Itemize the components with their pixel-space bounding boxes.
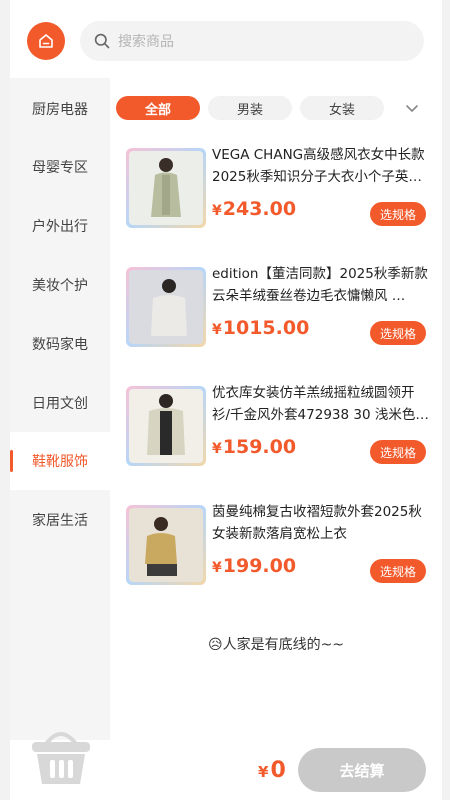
product-image[interactable] bbox=[126, 386, 206, 466]
price-value: 199.00 bbox=[222, 555, 297, 577]
currency-symbol: ¥ bbox=[258, 763, 269, 781]
sidebar-item-label: 日用文创 bbox=[32, 396, 88, 412]
price-value: 1015.00 bbox=[222, 317, 310, 339]
sidebar-item-label: 母婴专区 bbox=[32, 160, 88, 176]
select-spec-button[interactable]: 选规格 bbox=[370, 202, 426, 226]
product-price: ¥199.00 bbox=[212, 555, 296, 577]
sidebar-item-label: 鞋靴服饰 bbox=[32, 454, 88, 470]
sidebar-item-label: 户外出行 bbox=[32, 219, 88, 235]
product-item[interactable]: 茵曼纯棉复古收褶短款外套2025秋女装新款落肩宽松上衣 ¥199.00 选规格 bbox=[110, 501, 442, 601]
home-icon bbox=[39, 34, 53, 48]
product-price: ¥159.00 bbox=[212, 436, 296, 458]
tab-label: 全部 bbox=[144, 102, 171, 118]
fleece-photo bbox=[147, 394, 185, 455]
product-panel: 全部 男装 女装 VEGA CHANG高级感风衣女中长款2025秋季知识分子大衣… bbox=[110, 78, 442, 740]
search-placeholder: 搜索商品 bbox=[118, 34, 174, 50]
select-spec-button[interactable]: 选规格 bbox=[370, 321, 426, 345]
cart-bar: ¥0 去结算 bbox=[10, 732, 442, 800]
product-title: edition【董洁同款】2025秋季新款云朵羊绒蚕丝卷边毛衣慵懒风 … bbox=[212, 266, 428, 304]
tab-women[interactable]: 女装 bbox=[300, 96, 384, 120]
tab-all[interactable]: 全部 bbox=[116, 96, 200, 120]
filter-tabs: 全部 男装 女装 bbox=[110, 78, 442, 136]
sidebar-item-daily[interactable]: 日用文创 bbox=[10, 374, 110, 432]
app-frame: 搜索商品 厨房电器 母婴专区 户外出行 美妆个护 数码家电 日用文创 鞋靴服饰 … bbox=[0, 0, 450, 800]
sidebar-item-label: 厨房电器 bbox=[32, 102, 88, 118]
jacket-photo bbox=[145, 517, 177, 576]
product-item[interactable]: 优衣库女装仿羊羔绒摇粒绒圆领开衫/千金风外套472938 30 浅米色… ¥15… bbox=[110, 382, 442, 482]
select-spec-button[interactable]: 选规格 bbox=[370, 559, 426, 583]
currency-symbol: ¥ bbox=[212, 322, 222, 338]
currency-symbol: ¥ bbox=[212, 203, 222, 219]
product-image[interactable] bbox=[126, 505, 206, 585]
sidebar-item-kitchen[interactable]: 厨房电器 bbox=[10, 80, 110, 138]
product-title: 茵曼纯棉复古收褶短款外套2025秋女装新款落肩宽松上衣 bbox=[212, 504, 422, 542]
sidebar-item-baby[interactable]: 母婴专区 bbox=[10, 138, 110, 196]
search-icon bbox=[94, 33, 110, 49]
product-title: VEGA CHANG高级感风衣女中长款2025秋季知识分子大衣小个子英… bbox=[212, 147, 425, 185]
sweater-photo bbox=[151, 279, 187, 336]
select-spec-button[interactable]: 选规格 bbox=[370, 440, 426, 464]
total-value: 0 bbox=[270, 758, 286, 783]
sidebar-item-label: 数码家电 bbox=[32, 337, 88, 353]
end-of-list-note: 😥人家是有底线的~~ bbox=[207, 637, 345, 653]
shopping-basket-icon[interactable] bbox=[28, 726, 94, 788]
tab-label: 男装 bbox=[236, 102, 263, 118]
product-price: ¥243.00 bbox=[212, 198, 296, 220]
currency-symbol: ¥ bbox=[212, 560, 222, 576]
tab-men[interactable]: 男装 bbox=[208, 96, 292, 120]
checkout-button[interactable]: 去结算 bbox=[298, 748, 426, 792]
coat-photo bbox=[151, 158, 181, 217]
sidebar-item-apparel[interactable]: 鞋靴服饰 bbox=[10, 432, 110, 490]
sidebar-item-outdoor[interactable]: 户外出行 bbox=[10, 197, 110, 255]
cart-total: ¥0 bbox=[258, 758, 286, 783]
header: 搜索商品 bbox=[10, 0, 442, 78]
product-image[interactable] bbox=[126, 267, 206, 347]
sidebar-item-label: 家居生活 bbox=[32, 513, 88, 529]
category-sidebar: 厨房电器 母婴专区 户外出行 美妆个护 数码家电 日用文创 鞋靴服饰 家居生活 bbox=[10, 78, 110, 740]
product-price: ¥1015.00 bbox=[212, 317, 309, 339]
tab-label: 女装 bbox=[328, 102, 355, 118]
product-item[interactable]: edition【董洁同款】2025秋季新款云朵羊绒蚕丝卷边毛衣慵懒风 … ¥10… bbox=[110, 263, 442, 363]
price-value: 159.00 bbox=[222, 436, 297, 458]
product-image[interactable] bbox=[126, 148, 206, 228]
price-value: 243.00 bbox=[222, 198, 297, 220]
sidebar-item-digital[interactable]: 数码家电 bbox=[10, 315, 110, 373]
sidebar-item-label: 美妆个护 bbox=[32, 278, 88, 294]
chevron-down-icon[interactable] bbox=[402, 98, 422, 118]
search-input[interactable]: 搜索商品 bbox=[80, 21, 424, 61]
sidebar-item-beauty[interactable]: 美妆个护 bbox=[10, 256, 110, 314]
currency-symbol: ¥ bbox=[212, 441, 222, 457]
sidebar-item-home[interactable]: 家居生活 bbox=[10, 491, 110, 549]
home-button[interactable] bbox=[27, 22, 65, 60]
product-title: 优衣库女装仿羊羔绒摇粒绒圆领开衫/千金风外套472938 30 浅米色… bbox=[212, 385, 429, 423]
product-item[interactable]: VEGA CHANG高级感风衣女中长款2025秋季知识分子大衣小个子英… ¥24… bbox=[110, 144, 442, 244]
